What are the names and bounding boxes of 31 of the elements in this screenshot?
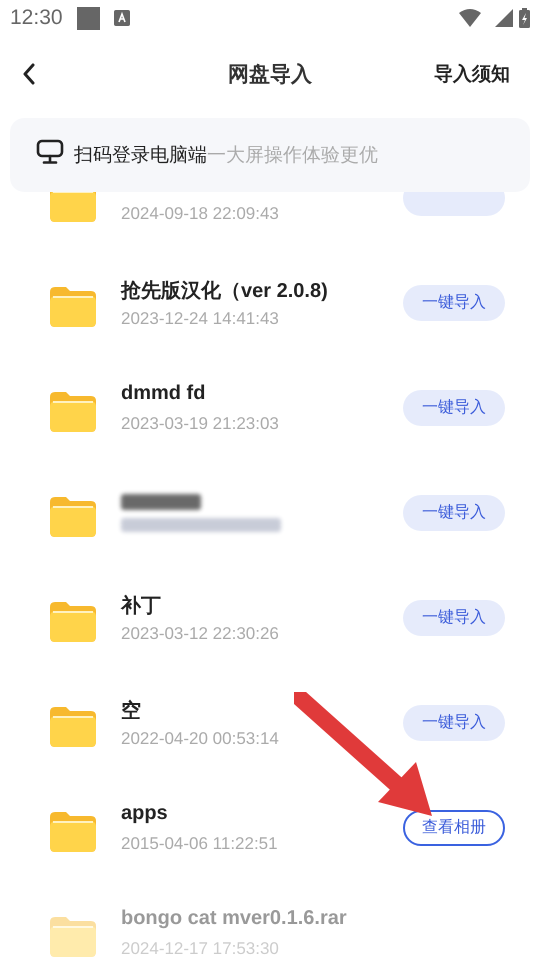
modified-date: 2023-03-19 21:23:03: [121, 414, 280, 434]
keyboard-icon: [114, 10, 130, 26]
back-icon[interactable]: [22, 63, 36, 85]
modified-date: 2022-04-20 00:53:14: [121, 728, 280, 748]
monitor-icon: [36, 139, 64, 165]
import-button[interactable]: 一键导入: [403, 494, 505, 530]
folder-name: dmmd fd: [121, 382, 206, 406]
folder-name: apps: [121, 802, 169, 826]
folder-name: 空: [121, 698, 142, 720]
view-album-button[interactable]: 查看相册: [403, 810, 505, 846]
banner-text: 扫码登录电脑端: [74, 143, 207, 168]
notification-icon: [76, 6, 100, 30]
import-button[interactable]: 一键导入: [403, 600, 505, 636]
banner-hint: 一大屏操作体验更优: [207, 143, 378, 168]
page-title: 网盘导入: [228, 61, 312, 88]
wifi-icon: [459, 9, 481, 27]
folder-name: bongo cat mver0.1.6.rar: [121, 906, 348, 930]
import-button[interactable]: 一键导入: [403, 390, 505, 426]
folder-name: 抢先版汉化（ver 2.0.8): [121, 278, 329, 300]
qr-login-banner[interactable]: 扫码登录电脑端一大屏操作体验更优: [10, 118, 530, 192]
modified-date: 2015-04-06 11:22:51: [121, 834, 279, 854]
modified-date: 2023-03-12 22:30:26: [121, 624, 280, 644]
battery-icon: [519, 8, 530, 28]
status-time: 12:30: [10, 6, 63, 30]
signal-icon: [495, 9, 513, 27]
modified-date: 2023-12-24 14:41:43: [121, 308, 280, 328]
folder-name: 补丁: [121, 594, 162, 616]
import-notes-link[interactable]: 导入须知: [434, 61, 510, 87]
import-button[interactable]: 一键导入: [403, 704, 505, 740]
modified-date: 2024-09-18 22:09:43: [121, 204, 280, 224]
import-button[interactable]: 一键导入: [403, 284, 505, 320]
